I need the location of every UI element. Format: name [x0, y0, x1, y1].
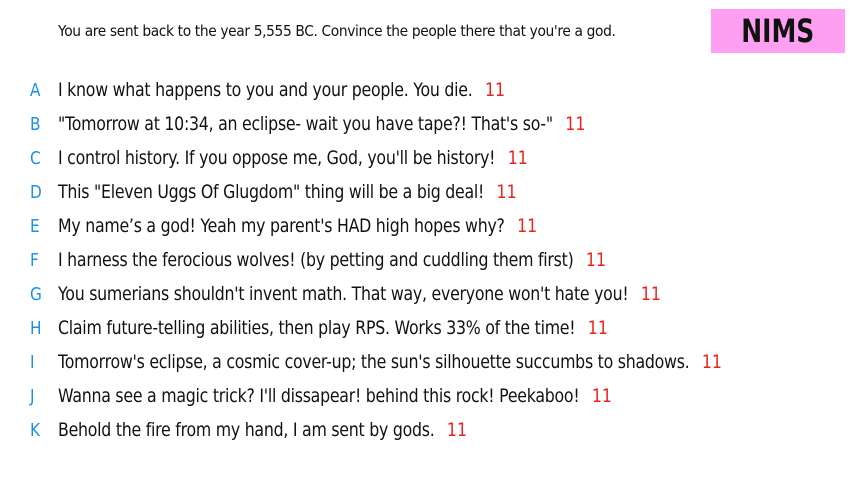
answer-text: Claim future-telling abilities, then pla…: [58, 317, 576, 339]
answer-row-c: C I control history. If you oppose me, G…: [0, 141, 853, 175]
answer-text: I know what happens to you and your peop…: [58, 79, 473, 101]
answer-letter: C: [30, 147, 41, 169]
answer-letter: J: [30, 385, 35, 407]
prompt-text: You are sent back to the year 5,555 BC. …: [58, 22, 616, 40]
answer-score: 11: [565, 113, 586, 135]
answer-text: I control history. If you oppose me, God…: [58, 147, 496, 169]
answer-letter: H: [30, 317, 42, 339]
answer-row-i: I Tomorrow's eclipse, a cosmic cover-up;…: [0, 345, 853, 379]
answer-score: 11: [701, 351, 722, 373]
answer-score: 11: [484, 79, 506, 101]
answer-text: You sumerians shouldn't invent math. Tha…: [58, 283, 629, 305]
answer-row-h: H Claim future-telling abilities, then p…: [0, 311, 853, 345]
answer-letter: E: [30, 215, 40, 237]
answer-score: 11: [591, 385, 612, 407]
answer-letter: A: [30, 79, 41, 101]
answer-row-f: F I harness the ferocious wolves! (by pe…: [0, 243, 853, 277]
answer-row-j: J Wanna see a magic trick? I'll dissapea…: [0, 379, 853, 413]
answer-letter: K: [30, 419, 41, 441]
answer-row-e: E My name’s a god! Yeah my parent's HAD …: [0, 209, 853, 243]
player-name-label: NIMS: [741, 12, 815, 50]
answer-row-d: D This "Eleven Uggs Of Glugdom" thing wi…: [0, 175, 853, 209]
answer-list: A I know what happens to you and your pe…: [0, 73, 853, 447]
answer-letter: I: [30, 351, 35, 373]
answer-row-k: K Behold the fire from my hand, I am sen…: [0, 413, 853, 447]
answer-letter: D: [30, 181, 42, 203]
answer-score: 11: [585, 249, 606, 271]
answer-score: 11: [640, 283, 661, 305]
answer-score: 11: [446, 419, 467, 441]
answer-text: I harness the ferocious wolves! (by pett…: [58, 249, 574, 271]
answer-letter: F: [30, 249, 39, 271]
player-name-badge: NIMS: [711, 9, 845, 53]
answer-text: Wanna see a magic trick? I'll dissapear!…: [58, 385, 580, 407]
answer-text: Tomorrow's eclipse, a cosmic cover-up; t…: [58, 351, 690, 373]
answer-text: This "Eleven Uggs Of Glugdom" thing will…: [58, 181, 485, 203]
answer-text: My name’s a god! Yeah my parent's HAD hi…: [58, 215, 505, 237]
answer-score: 11: [507, 147, 528, 169]
answer-row-g: G You sumerians shouldn't invent math. T…: [0, 277, 853, 311]
answer-row-b: B "Tomorrow at 10:34, an eclipse- wait y…: [0, 107, 853, 141]
answer-letter: B: [30, 113, 41, 135]
answer-score: 11: [587, 317, 608, 339]
answer-letter: G: [30, 283, 42, 305]
answer-row-a: A I know what happens to you and your pe…: [0, 73, 853, 107]
answer-text: Behold the fire from my hand, I am sent …: [58, 419, 435, 441]
answer-score: 11: [496, 181, 517, 203]
answer-text: "Tomorrow at 10:34, an eclipse- wait you…: [58, 113, 553, 135]
answer-score: 11: [517, 215, 538, 237]
